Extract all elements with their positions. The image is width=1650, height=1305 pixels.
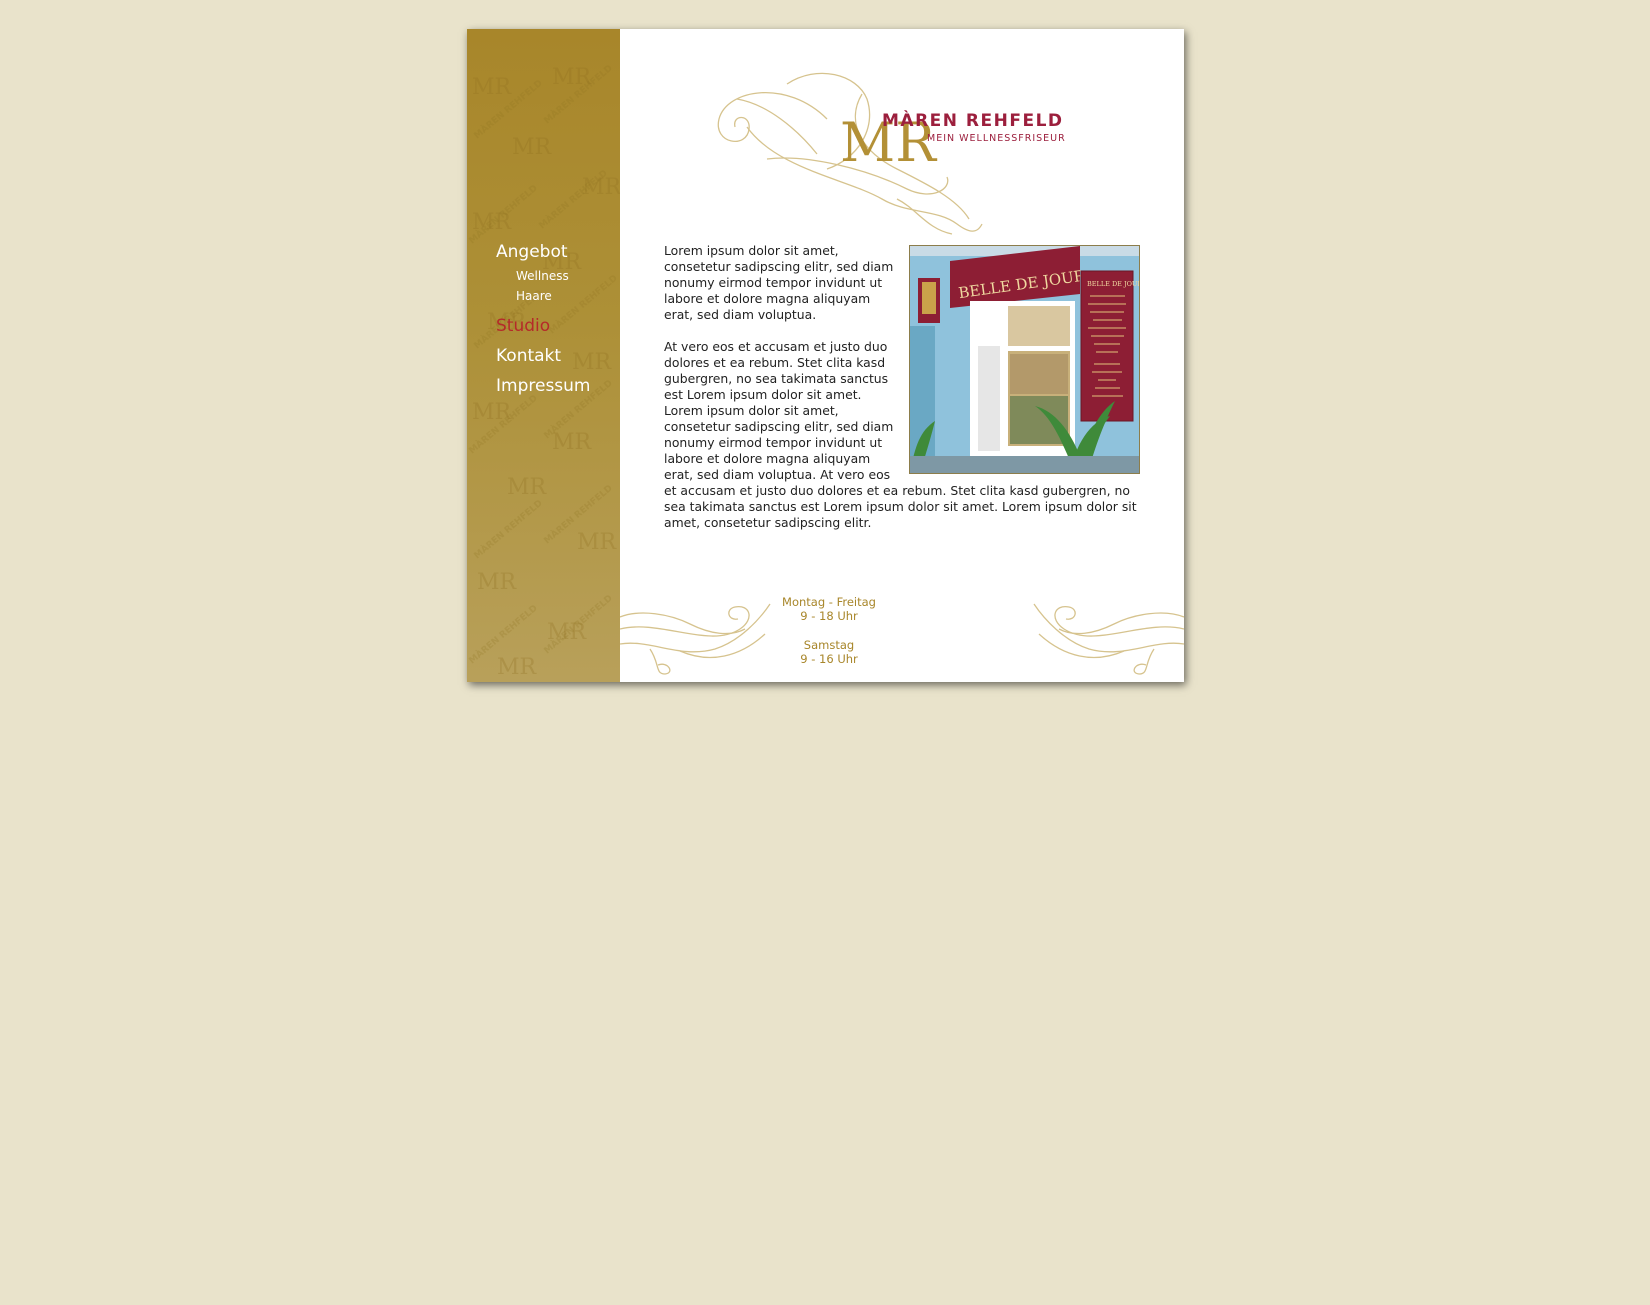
watermark-monogram: MR — [512, 135, 553, 160]
brand-tagline: MEIN WELLNESSFRISEUR — [927, 133, 1066, 144]
nav-item-kontakt[interactable]: Kontakt — [496, 346, 591, 366]
sidebar: MR MR MR MR MR MR MR MR MR MR MR MR MR M… — [467, 29, 620, 682]
main-nav: Angebot Wellness Haare Studio Kontakt Im… — [496, 242, 591, 396]
nav-item-impressum[interactable]: Impressum — [496, 376, 591, 396]
board-title: BELLE DE JOUR — [1087, 280, 1139, 288]
nav-item-studio[interactable]: Studio — [496, 316, 591, 336]
watermark-text: MÀREN REHFELD — [471, 497, 544, 561]
main-content: BELLE DE JOUR BELLE DE JOUR Lorem ipsum … — [664, 243, 1140, 547]
watermark-monogram: MR — [552, 430, 593, 455]
watermark-monogram: MR — [472, 75, 513, 100]
studio-photo-illustration: BELLE DE JOUR BELLE DE JOUR — [910, 246, 1139, 473]
watermark-monogram: MR — [497, 655, 538, 680]
nav-subitem-haare[interactable]: Haare — [516, 286, 591, 306]
brand-name: MÀREN REHFELD — [882, 111, 1064, 131]
studio-photo: BELLE DE JOUR BELLE DE JOUR — [909, 245, 1140, 474]
hours-spacer — [737, 623, 921, 638]
hours-weekday-time: 9 - 18 Uhr — [800, 609, 858, 623]
hours-weekday-label: Montag - Freitag — [782, 595, 876, 609]
watermark-monogram: MR — [507, 475, 548, 500]
nav-subitem-wellness[interactable]: Wellness — [516, 266, 591, 286]
footer-ornament-right — [1033, 603, 1184, 675]
watermark-monogram: MR — [577, 530, 618, 555]
opening-hours: Montag - Freitag 9 - 18 Uhr Samstag 9 - … — [737, 595, 921, 666]
hours-saturday-label: Samstag — [803, 638, 855, 652]
hours-saturday-time: 9 - 16 Uhr — [800, 652, 858, 666]
watermark-monogram: MR — [477, 570, 518, 595]
header-ornament: MR — [717, 72, 983, 235]
nav-item-angebot[interactable]: Angebot — [496, 242, 591, 262]
page-container: MR MR MR MR MR MR MR MR MR MR MR MR MR M… — [467, 29, 1184, 682]
